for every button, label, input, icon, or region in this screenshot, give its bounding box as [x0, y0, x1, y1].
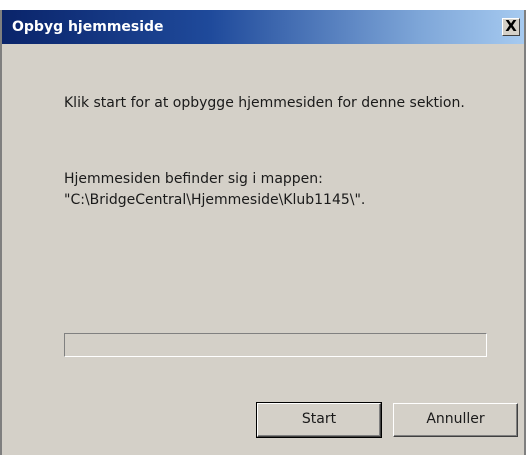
cancel-button[interactable]: Annuller [393, 403, 518, 437]
dialog-window: Opbyg hjemmeside X Klik start for at opb… [0, 10, 526, 455]
instruction-text: Klik start for at opbygge hjemmesiden fo… [64, 95, 465, 111]
close-icon: X [505, 17, 517, 35]
folder-path-text: Hjemmesiden befinder sig i mappen: "C:\B… [64, 171, 366, 208]
start-button[interactable]: Start [256, 402, 382, 438]
progress-bar [64, 333, 487, 357]
dialog-title: Opbyg hjemmeside [12, 19, 164, 35]
close-button[interactable]: X [502, 18, 520, 36]
title-bar[interactable]: Opbyg hjemmeside X [2, 10, 524, 44]
